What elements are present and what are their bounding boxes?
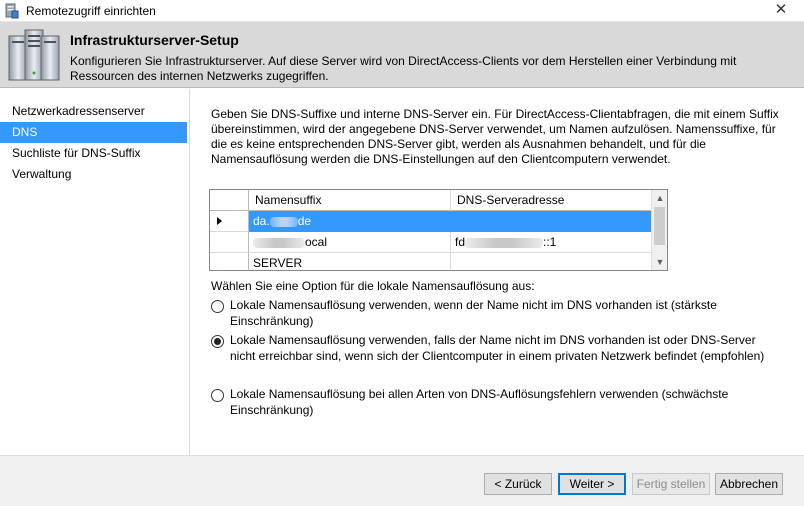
server-stack-icon <box>8 29 60 81</box>
page-title: Infrastrukturserver-Setup <box>70 32 239 48</box>
radio-strongest[interactable] <box>211 300 224 313</box>
main-panel: Geben Sie DNS-Suffixe und interne DNS-Se… <box>191 89 804 455</box>
row-selector[interactable] <box>210 232 249 253</box>
sidebar-item-dns-suffix-list[interactable]: Suchliste für DNS-Suffix <box>0 143 187 164</box>
sidebar-item-dns[interactable]: DNS <box>0 122 187 143</box>
server-cell[interactable]: fd::1 <box>451 232 653 253</box>
finish-button[interactable]: Fertig stellen <box>632 473 710 495</box>
option-strongest-restriction[interactable]: Lokale Namensauflösung verwenden, wenn d… <box>211 297 781 331</box>
page-description: Konfigurieren Sie Infrastrukturserver. A… <box>70 54 737 83</box>
sidebar-item-netzwerkadressenserver[interactable]: Netzwerkadressenserver <box>0 101 187 122</box>
scroll-up-icon[interactable]: ▲ <box>652 190 667 206</box>
row-selector[interactable] <box>210 211 249 232</box>
option-weakest-restriction[interactable]: Lokale Namensauflösung bei allen Arten v… <box>211 386 781 420</box>
sidebar-item-verwaltung[interactable]: Verwaltung <box>0 164 187 185</box>
scroll-down-icon[interactable]: ▼ <box>652 254 667 270</box>
table-row[interactable]: ocal fd::1 <box>210 232 653 253</box>
redacted-text <box>253 237 305 248</box>
row-selector[interactable] <box>210 253 249 270</box>
table-row[interactable]: da. de <box>210 211 653 232</box>
wizard-footer: < Zurück Weiter > Fertig stellen Abbrech… <box>0 455 804 506</box>
column-header-namensuffix[interactable]: Namensuffix <box>249 190 451 211</box>
next-button[interactable]: Weiter > <box>558 473 626 495</box>
suffix-cell[interactable]: SERVER <box>249 253 451 270</box>
current-row-arrow-icon <box>217 217 222 225</box>
wizard-app-icon <box>5 3 19 19</box>
suffix-cell[interactable]: da. de <box>249 211 451 232</box>
title-bar: Remotezugriff einrichten ✕ <box>0 0 804 22</box>
radio-weakest[interactable] <box>211 389 224 402</box>
wizard-steps-sidebar: Netzwerkadressenserver DNS Suchliste für… <box>0 89 190 455</box>
close-icon[interactable]: ✕ <box>772 1 790 19</box>
wizard-header: Infrastrukturserver-Setup Konfigurieren … <box>0 22 804 88</box>
table-header-row: Namensuffix DNS-Serveradresse <box>210 190 653 211</box>
column-header-dns-serveradresse[interactable]: DNS-Serveradresse <box>451 190 653 211</box>
resolution-option-label: Wählen Sie eine Option für die lokale Na… <box>211 279 535 293</box>
cancel-button[interactable]: Abbrechen <box>715 473 783 495</box>
window-title: Remotezugriff einrichten <box>26 4 156 18</box>
table-row[interactable]: SERVER <box>210 253 653 270</box>
redacted-text <box>465 237 544 248</box>
radio-recommended[interactable] <box>211 335 224 348</box>
option-recommended[interactable]: Lokale Namensauflösung verwenden, falls … <box>211 332 781 366</box>
server-cell[interactable] <box>451 211 653 232</box>
server-cell[interactable] <box>451 253 653 270</box>
dns-suffix-table[interactable]: Namensuffix DNS-Serveradresse da. de ocal… <box>209 189 668 271</box>
dns-intro-text: Geben Sie DNS-Suffixe und interne DNS-Se… <box>211 107 779 166</box>
table-scrollbar[interactable]: ▲ ▼ <box>651 190 667 270</box>
scroll-thumb[interactable] <box>654 207 665 245</box>
back-button[interactable]: < Zurück <box>484 473 552 495</box>
suffix-cell[interactable]: ocal <box>249 232 451 253</box>
redacted-text <box>269 216 298 227</box>
row-header-corner <box>210 190 249 211</box>
